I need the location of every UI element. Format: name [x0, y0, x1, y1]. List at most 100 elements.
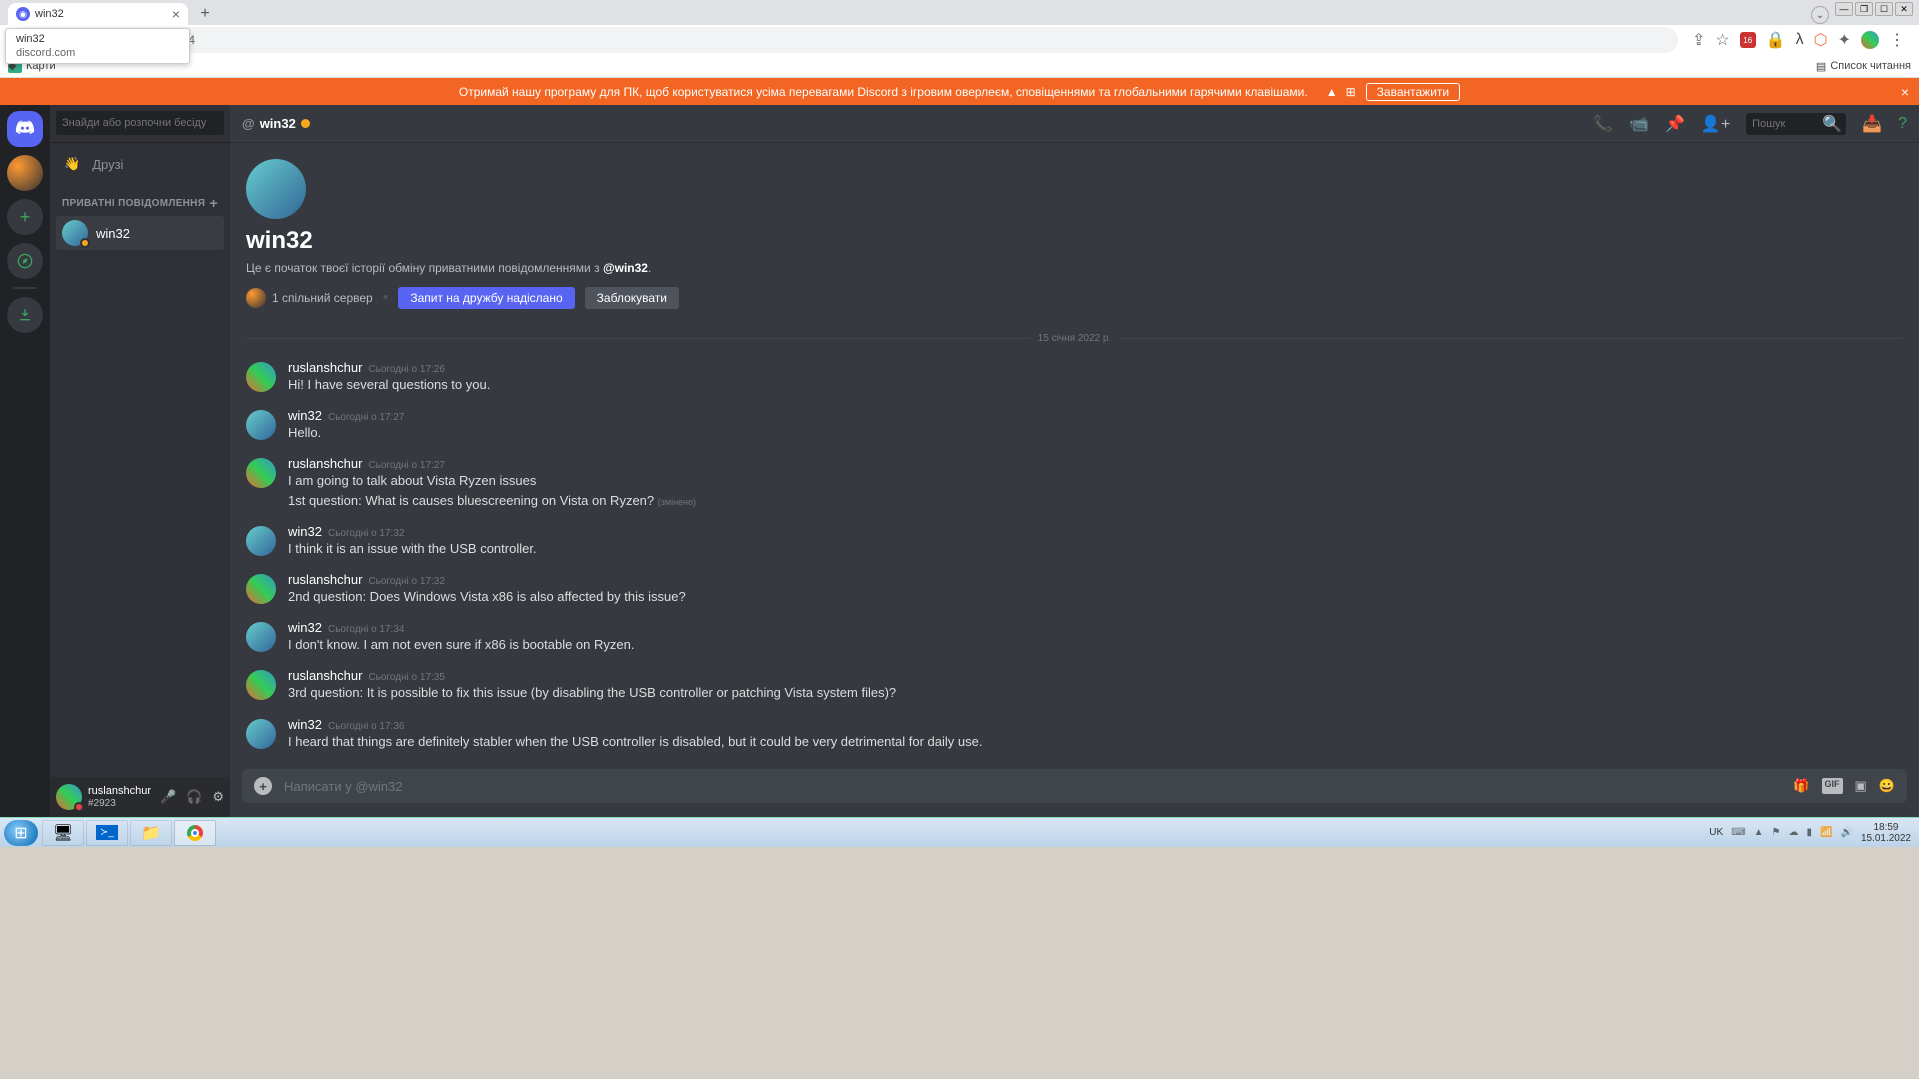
message-avatar[interactable] — [246, 719, 276, 749]
message-author[interactable]: win32 — [288, 524, 322, 539]
settings-icon[interactable]: ⚙ — [212, 789, 224, 805]
message-author[interactable]: ruslanshchur — [288, 360, 362, 375]
pin-icon[interactable]: 📌 — [1665, 114, 1685, 134]
mutual-servers[interactable]: 1 спільний сервер — [246, 288, 373, 308]
lang-indicator[interactable]: UK — [1709, 827, 1723, 838]
attach-button[interactable]: + — [254, 777, 272, 795]
restore-icon[interactable]: ❐ — [1855, 2, 1873, 16]
inbox-icon[interactable]: 📥 — [1862, 114, 1882, 134]
address-bar[interactable]: els/@me/931845298895069244 — [12, 27, 1678, 53]
message-author[interactable]: ruslanshchur — [288, 456, 362, 471]
message-author[interactable]: win32 — [288, 620, 322, 635]
close-tab-icon[interactable]: × — [172, 6, 180, 22]
message-author[interactable]: win32 — [288, 408, 322, 423]
battery-icon[interactable]: ▮ — [1807, 827, 1813, 838]
share-icon[interactable]: ⇪ — [1692, 30, 1705, 50]
message-avatar[interactable] — [246, 458, 276, 488]
dm-section-header: ПРИВАТНІ ПОВІДОМЛЕННЯ + — [50, 185, 230, 215]
add-server-button[interactable]: + — [7, 199, 43, 235]
sticker-icon[interactable]: ▣ — [1855, 778, 1867, 794]
create-dm-icon[interactable]: + — [210, 195, 218, 211]
windows-icon[interactable]: ⊞ — [1346, 85, 1356, 99]
emoji-icon[interactable]: 😀 — [1879, 778, 1895, 794]
taskbar-files[interactable]: 📁 — [130, 820, 172, 846]
star-icon[interactable]: ☆ — [1715, 30, 1729, 50]
taskbar-chrome[interactable] — [174, 820, 216, 846]
add-friend-icon[interactable]: 👤+ — [1701, 114, 1730, 134]
friend-request-button[interactable]: Запит на дружбу надіслано — [398, 287, 574, 309]
tab-title: win32 — [35, 8, 64, 20]
block-button[interactable]: Заблокувати — [585, 287, 679, 309]
download-apps-button[interactable] — [7, 297, 43, 333]
cloud-icon[interactable]: ☁ — [1789, 827, 1799, 838]
home-button[interactable] — [7, 111, 43, 147]
android-icon[interactable]: ▲ — [1326, 85, 1338, 99]
dm-item-win32[interactable]: win32 — [56, 216, 224, 250]
banner-close-icon[interactable]: × — [1901, 84, 1909, 100]
headphones-icon[interactable]: 🎧 — [186, 789, 202, 805]
lock-ext-icon[interactable]: 🔒 — [1766, 30, 1786, 50]
gift-icon[interactable]: 🎁 — [1793, 778, 1809, 794]
message: win32 Сьогодні о 17:36 I heard that thin… — [246, 713, 1903, 761]
start-button[interactable]: ⊞ — [4, 820, 38, 846]
flag-icon[interactable]: ⚑ — [1772, 827, 1781, 838]
user-info[interactable]: ruslanshchur #2923 — [88, 785, 151, 808]
chrome-icon — [187, 825, 203, 841]
message-author[interactable]: win32 — [288, 717, 322, 732]
keyboard-icon[interactable]: ⌨ — [1731, 827, 1745, 838]
message-author[interactable]: ruslanshchur — [288, 572, 362, 587]
message-avatar[interactable] — [246, 622, 276, 652]
chat-scroll[interactable]: win32 Це є початок твоєї історії обміну … — [230, 143, 1919, 769]
message-avatar[interactable] — [246, 526, 276, 556]
browser-menu-icon[interactable]: ⋮ — [1889, 30, 1905, 50]
dm-search-input[interactable] — [56, 111, 224, 135]
profile-avatar-large[interactable] — [246, 159, 306, 219]
message-author[interactable]: ruslanshchur — [288, 668, 362, 683]
browser-tab-active[interactable]: ◉ win32 × — [8, 3, 188, 25]
friends-link[interactable]: 👋 Друзі — [56, 147, 224, 181]
tab-search-icon[interactable]: ⌄ — [1811, 6, 1829, 24]
chat-header: @ win32 📞 📹 📌 👤+ 🔍 📥 ? — [230, 105, 1919, 143]
platform-icons: ▲ ⊞ — [1318, 85, 1356, 99]
minimize-icon[interactable]: — — [1835, 2, 1853, 16]
message-text: 1st question: What is causes bluescreeni… — [288, 492, 1903, 510]
shield-icon[interactable]: ⬡ — [1814, 30, 1828, 50]
video-icon[interactable]: 📹 — [1629, 114, 1649, 134]
message-text: 2nd question: Does Windows Vista x86 is … — [288, 588, 1903, 606]
message-avatar[interactable] — [246, 574, 276, 604]
bookmark-bar: ◆ Карти ▤ Список читання — [0, 55, 1919, 78]
message-avatar[interactable] — [246, 410, 276, 440]
wifi-icon[interactable]: 📶 — [1820, 827, 1832, 838]
adblock-icon[interactable]: 16 — [1740, 32, 1756, 48]
reading-list-button[interactable]: ▤ Список читання — [1816, 60, 1911, 73]
header-search-input[interactable] — [1752, 118, 1822, 130]
explore-button[interactable] — [7, 243, 43, 279]
taskbar-explorer[interactable]: 🖥 — [42, 820, 84, 846]
self-avatar[interactable] — [56, 784, 82, 810]
volume-icon[interactable]: 🔊 — [1840, 827, 1852, 838]
download-button[interactable]: Завантажити — [1366, 83, 1460, 101]
tray-clock[interactable]: 18:59 15.01.2022 — [1861, 822, 1911, 844]
maximize-icon[interactable]: ☐ — [1875, 2, 1893, 16]
header-search[interactable]: 🔍 — [1746, 113, 1846, 135]
url-autocomplete[interactable]: win32 discord.com — [5, 28, 190, 64]
chat-input-area: + 🎁 GIF ▣ 😀 — [230, 769, 1919, 817]
server-item[interactable] — [7, 155, 43, 191]
puzzle-icon[interactable]: ✦ — [1838, 30, 1851, 50]
chat-header-name[interactable]: @ win32 — [242, 116, 310, 131]
lambda-icon[interactable]: λ — [1796, 31, 1804, 49]
message-avatar[interactable] — [246, 362, 276, 392]
message-input[interactable] — [284, 779, 1781, 794]
computer-icon: 🖥 — [53, 823, 73, 843]
new-tab-button[interactable]: + — [194, 3, 216, 25]
tray-chevron-icon[interactable]: ▲ — [1754, 827, 1764, 838]
mic-muted-icon[interactable]: 🎤 — [160, 789, 176, 805]
message-avatar[interactable] — [246, 670, 276, 700]
call-icon[interactable]: 📞 — [1593, 114, 1613, 134]
help-icon[interactable]: ? — [1898, 115, 1907, 133]
profile-avatar-icon[interactable] — [1861, 31, 1879, 49]
taskbar-powershell[interactable]: ≻_ — [86, 820, 128, 846]
window-close-icon[interactable]: ✕ — [1895, 2, 1913, 16]
gif-button[interactable]: GIF — [1822, 778, 1843, 794]
message-time: Сьогодні о 17:35 — [368, 672, 444, 683]
